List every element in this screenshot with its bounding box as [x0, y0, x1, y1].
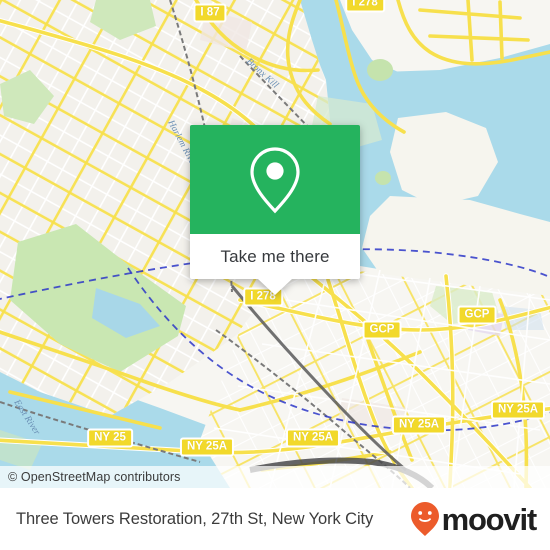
road-shield: NY 25: [87, 428, 133, 448]
road-shield: I 87: [193, 3, 227, 23]
attribution-text: © OpenStreetMap contributors: [8, 470, 181, 484]
map-canvas[interactable]: Harlem River East River Bronx Kill I 87 I…: [0, 0, 550, 488]
road-shield: NY 25A: [490, 400, 546, 420]
map-pin-icon: [250, 146, 300, 213]
popup-tail: [258, 279, 292, 295]
moovit-logo[interactable]: moovit: [410, 501, 538, 537]
road-shield: NY 25A: [179, 437, 235, 457]
popup-image-area: [190, 125, 360, 234]
road-shield: NY 25A: [285, 428, 341, 448]
road-shield: I 278: [345, 0, 385, 13]
moovit-smiley-pin-icon: [410, 502, 439, 536]
take-me-there-label: Take me there: [220, 246, 330, 266]
map-popup-card[interactable]: Take me there: [190, 125, 360, 295]
map-attribution: © OpenStreetMap contributors: [0, 466, 550, 488]
footer-bar: Three Towers Restoration, 27th St, New Y…: [0, 488, 550, 550]
moovit-wordmark: moovit: [441, 501, 538, 537]
road-shield: GCP: [457, 305, 497, 325]
take-me-there-button[interactable]: Take me there: [190, 234, 360, 279]
location-title: Three Towers Restoration, 27th St, New Y…: [16, 509, 374, 528]
road-shield: NY 25A: [391, 415, 447, 435]
road-shield: GCP: [362, 320, 402, 340]
map-screenshot: Harlem River East River Bronx Kill I 87 I…: [0, 0, 550, 550]
